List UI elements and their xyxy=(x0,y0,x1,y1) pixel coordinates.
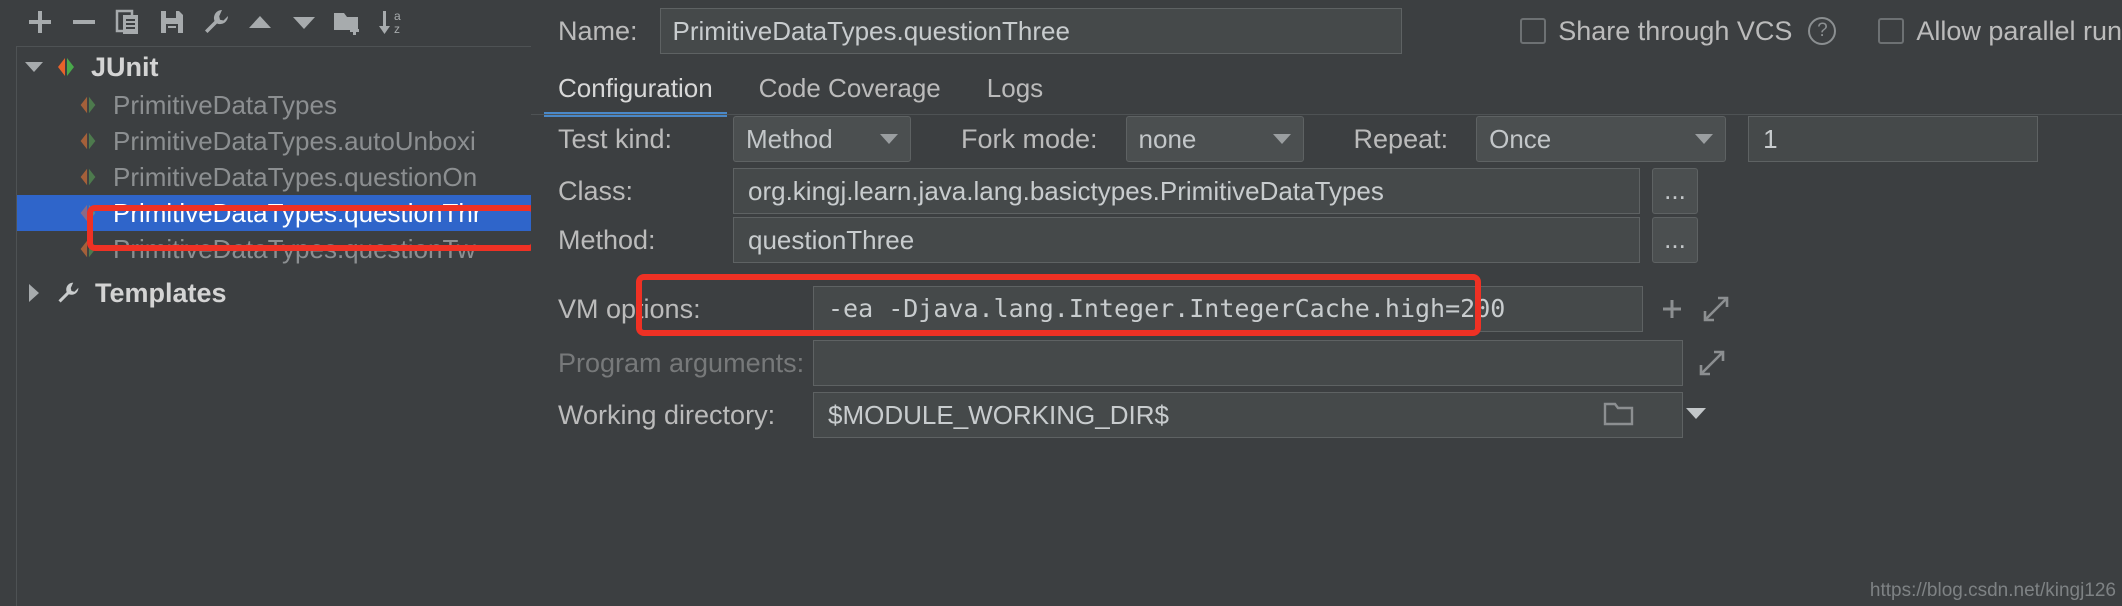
vm-options-input[interactable]: -ea -Djava.lang.Integer.IntegerCache.hig… xyxy=(813,286,1643,332)
test-kind-row: Test kind: Method Fork mode: none Repeat… xyxy=(531,116,2039,162)
configurations-tree[interactable]: JUnit PrimitiveDataTypes PrimitiveDataTy… xyxy=(16,46,531,606)
junit-icon xyxy=(51,54,81,80)
repeat-label: Repeat: xyxy=(1353,123,1449,154)
copy-configuration-button[interactable] xyxy=(106,2,150,42)
svg-text:a: a xyxy=(394,9,401,23)
configuration-tabs: Configuration Code Coverage Logs xyxy=(531,62,2122,117)
allow-parallel-checkbox[interactable] xyxy=(1878,18,1905,44)
name-input[interactable]: PrimitiveDataTypes.questionThree xyxy=(659,8,1403,54)
save-configuration-button[interactable] xyxy=(150,2,194,42)
test-kind-label: Test kind: xyxy=(558,123,673,154)
repeat-value: Once xyxy=(1489,123,1552,154)
class-browse-button[interactable]: ... xyxy=(1652,168,1698,214)
name-row: Name: PrimitiveDataTypes.questionThree S… xyxy=(531,0,2122,62)
working-directory-label: Working directory: xyxy=(558,399,776,430)
move-down-button[interactable] xyxy=(282,2,326,42)
configurations-toolbar: a z xyxy=(0,0,531,44)
tab-code-coverage[interactable]: Code Coverage xyxy=(759,73,941,116)
add-configuration-button[interactable] xyxy=(18,2,62,42)
chevron-down-icon xyxy=(1272,134,1291,144)
tree-item-templates[interactable]: Templates xyxy=(17,273,531,313)
program-arguments-row: Program arguments: xyxy=(531,340,1727,386)
watermark: https://blog.csdn.net/kingj126 xyxy=(1869,580,2116,601)
junit-icon xyxy=(73,201,103,225)
folder-icon[interactable] xyxy=(1603,400,1637,430)
wrench-icon xyxy=(51,280,85,306)
junit-icon xyxy=(73,165,103,189)
junit-icon xyxy=(73,129,103,153)
repeat-select[interactable]: Once xyxy=(1476,116,1727,162)
repeat-count-input[interactable]: 1 xyxy=(1748,116,2039,162)
share-vcs-checkbox[interactable] xyxy=(1520,18,1547,44)
sort-configurations-button[interactable]: a z xyxy=(370,2,414,42)
add-icon[interactable] xyxy=(1657,294,1687,324)
configuration-right-panel: Name: PrimitiveDataTypes.questionThree S… xyxy=(531,0,2122,606)
class-input[interactable]: org.kingj.learn.java.lang.basictypes.Pri… xyxy=(733,168,1640,214)
working-directory-row: Working directory: $MODULE_WORKING_DIR$ xyxy=(531,392,1713,438)
chevron-down-icon xyxy=(880,134,898,144)
tab-logs[interactable]: Logs xyxy=(987,73,1043,116)
method-row: Method: questionThree ... xyxy=(531,217,1698,263)
share-vcs-label: Share through VCS xyxy=(1558,15,1793,46)
tree-item-label: PrimitiveDataTypes.autoUnboxi xyxy=(113,125,476,156)
tab-configuration[interactable]: Configuration xyxy=(544,73,727,117)
allow-parallel-label: Allow parallel run xyxy=(1916,15,2122,46)
junit-icon xyxy=(73,237,103,261)
name-label: Name: xyxy=(558,15,638,46)
method-input[interactable]: questionThree xyxy=(733,217,1640,263)
chevron-down-icon xyxy=(1695,134,1714,144)
fork-mode-label: Fork mode: xyxy=(961,123,1098,154)
test-kind-value: Method xyxy=(746,123,833,154)
class-label: Class: xyxy=(558,175,634,206)
configuration-form: Test kind: Method Fork mode: none Repeat… xyxy=(531,116,2122,606)
tree-item-questiontwo[interactable]: PrimitiveDataTypes.questionTw xyxy=(17,231,531,267)
program-arguments-input[interactable] xyxy=(813,340,1683,386)
class-row: Class: org.kingj.learn.java.lang.basicty… xyxy=(531,168,1698,214)
fork-mode-select[interactable]: none xyxy=(1125,116,1304,162)
help-icon[interactable]: ? xyxy=(1808,17,1837,45)
tree-item-label: PrimitiveDataTypes.questionOn xyxy=(113,161,478,192)
tree-item-label: PrimitiveDataTypes xyxy=(113,89,337,120)
tree-item-questionthree[interactable]: PrimitiveDataTypes.questionThr xyxy=(17,195,531,231)
method-browse-button[interactable]: ... xyxy=(1652,217,1698,263)
vm-options-row: VM options: -ea -Djava.lang.Integer.Inte… xyxy=(531,286,1731,332)
new-folder-button[interactable] xyxy=(326,2,370,42)
test-kind-select[interactable]: Method xyxy=(733,116,911,162)
tree-item-primitivedatatypes[interactable]: PrimitiveDataTypes xyxy=(17,87,531,123)
vm-options-label: VM options: xyxy=(558,293,701,324)
tree-item-questionone[interactable]: PrimitiveDataTypes.questionOn xyxy=(17,159,531,195)
svg-text:z: z xyxy=(394,22,400,36)
tree-root-label: JUnit xyxy=(91,51,159,82)
program-arguments-label: Program arguments: xyxy=(558,347,805,378)
tree-item-label: PrimitiveDataTypes.questionThr xyxy=(113,197,482,228)
junit-icon xyxy=(73,93,103,117)
configurations-left-panel: a z JUnit PrimitiveDataTypes PrimitiveDa… xyxy=(0,0,537,606)
working-directory-input[interactable]: $MODULE_WORKING_DIR$ xyxy=(813,392,1683,438)
remove-configuration-button[interactable] xyxy=(62,2,106,42)
method-label: Method: xyxy=(558,224,656,255)
chevron-down-icon[interactable] xyxy=(17,62,51,72)
chevron-right-icon[interactable] xyxy=(17,284,51,302)
fork-mode-value: none xyxy=(1138,123,1197,154)
run-debug-configurations-dialog: a z JUnit PrimitiveDataTypes PrimitiveDa… xyxy=(0,0,2122,606)
chevron-down-icon[interactable] xyxy=(1679,400,1713,430)
edit-templates-button[interactable] xyxy=(194,2,238,42)
allow-parallel-group[interactable]: Allow parallel run xyxy=(1878,16,2122,47)
tree-item-autounboxing[interactable]: PrimitiveDataTypes.autoUnboxi xyxy=(17,123,531,159)
share-vcs-group[interactable]: Share through VCS ? xyxy=(1520,15,1837,47)
tree-root-junit[interactable]: JUnit xyxy=(17,47,531,87)
expand-editor-icon[interactable] xyxy=(1701,294,1731,324)
tree-templates-label: Templates xyxy=(95,277,227,308)
expand-editor-icon[interactable] xyxy=(1697,348,1727,378)
tabs-underline xyxy=(531,114,2122,115)
tree-item-label: PrimitiveDataTypes.questionTw xyxy=(113,233,476,264)
move-up-button[interactable] xyxy=(238,2,282,42)
